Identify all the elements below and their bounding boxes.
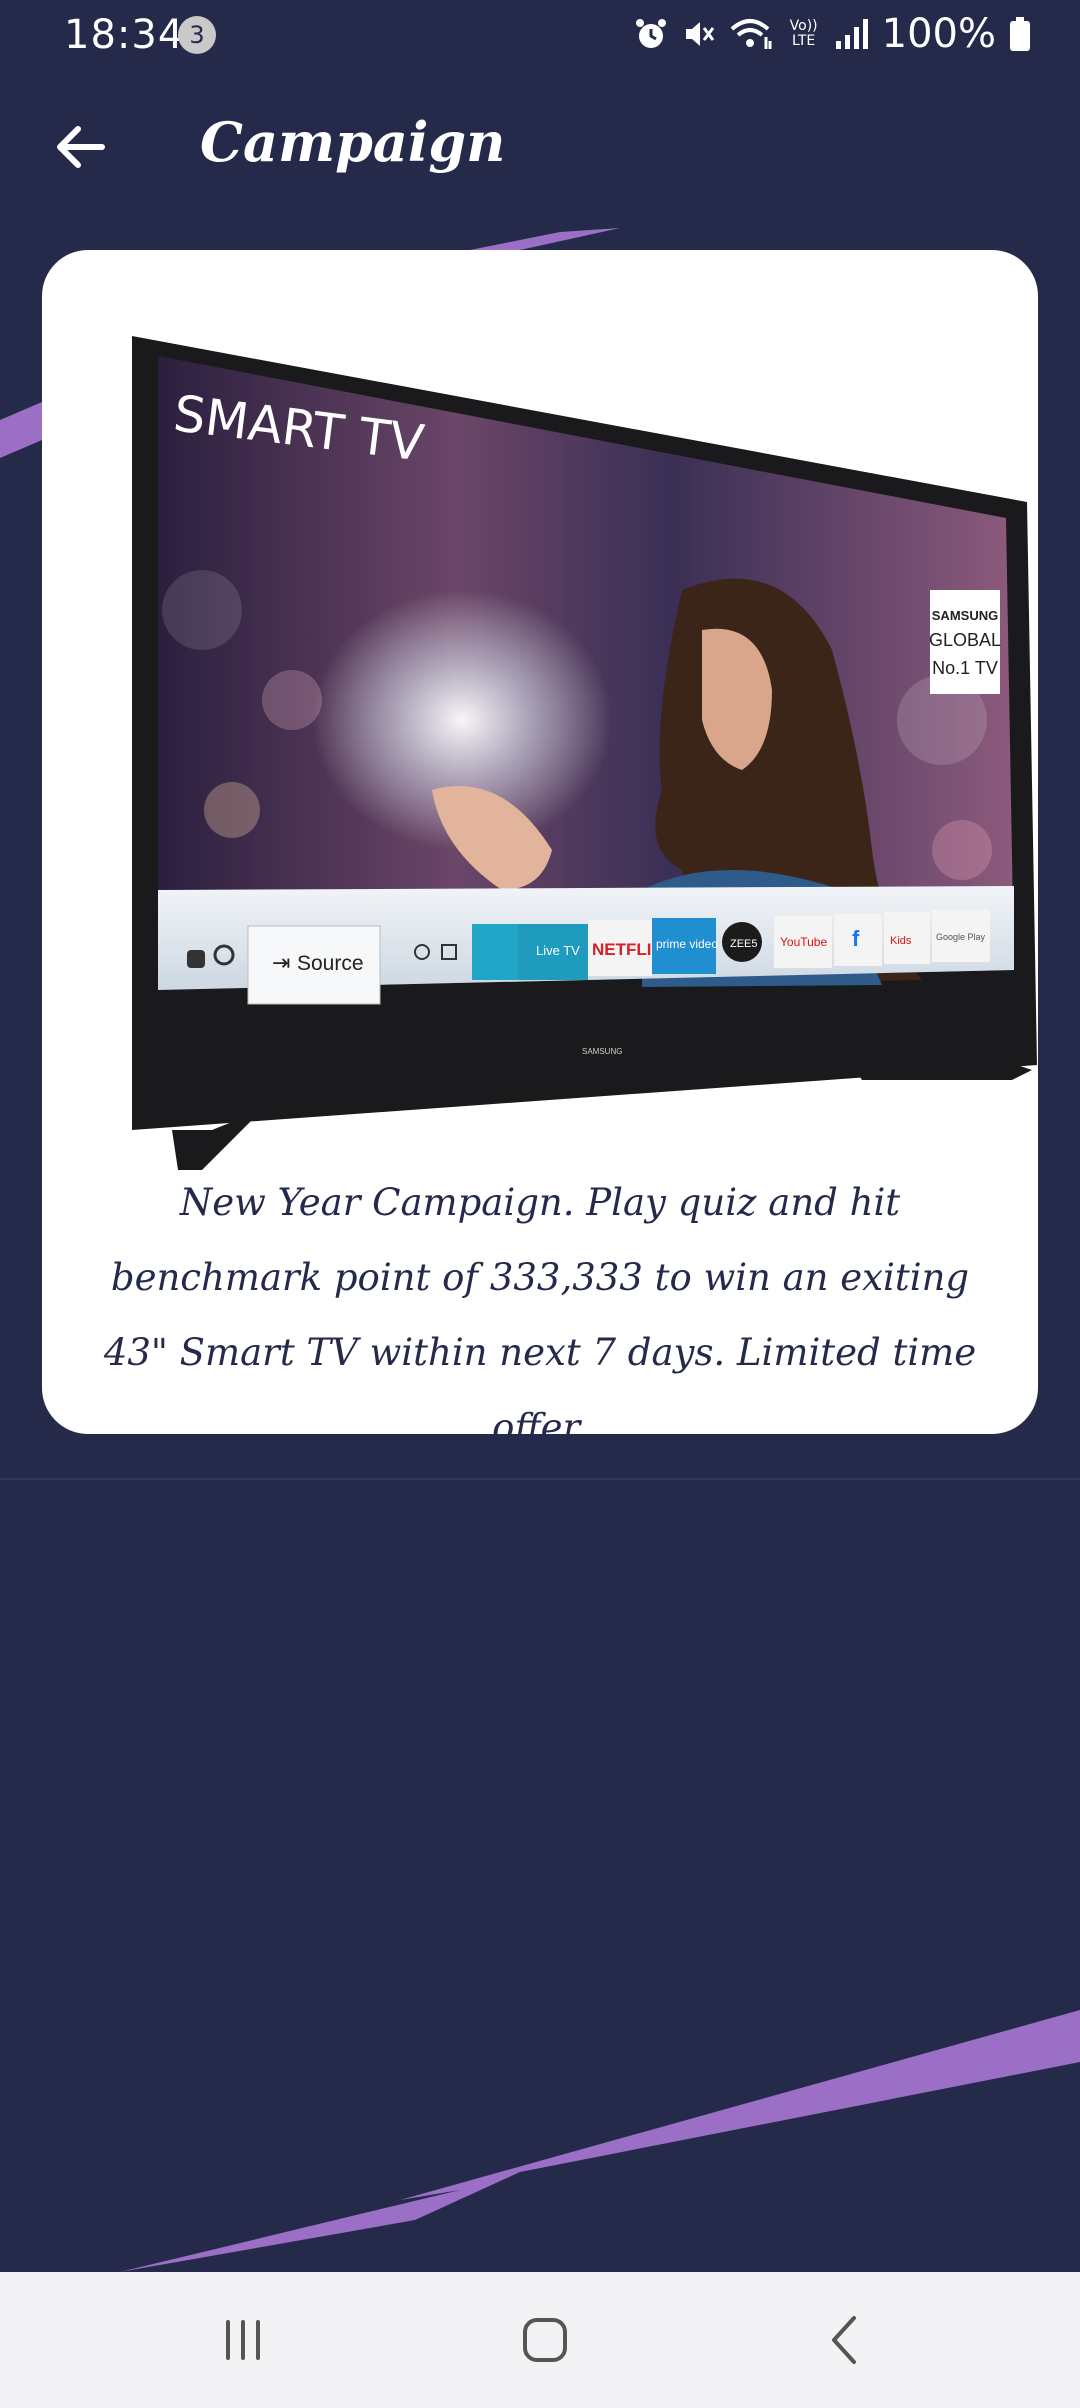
app-tile-prime: prime video	[656, 937, 718, 951]
notification-count-badge: 3	[178, 16, 216, 54]
app-tile-live-tv: Live TV	[536, 943, 580, 958]
recents-button[interactable]	[208, 2308, 278, 2372]
signal-icon	[834, 17, 868, 51]
campaign-description: New Year Campaign. Play quiz and hit ben…	[103, 1181, 977, 1434]
home-button[interactable]	[510, 2308, 580, 2372]
campaign-card[interactable]: SMART TV SAMSUNG GLOBAL No.1 TV ⇥ Source…	[42, 250, 1038, 1434]
app-tile-facebook: f	[852, 926, 860, 951]
back-icon	[832, 2316, 856, 2364]
badge-line-1: SAMSUNG	[932, 608, 998, 623]
app-tile-google-play: Google Play	[936, 932, 986, 942]
status-time: 18:34	[64, 12, 185, 58]
back-button[interactable]	[48, 115, 112, 179]
battery-level: 100%	[881, 11, 996, 57]
badge-line-3: No.1 TV	[932, 658, 998, 678]
system-back-button[interactable]	[810, 2308, 880, 2372]
status-icons: Vo)) LTE 100%	[634, 10, 1030, 58]
status-bar: 18:34 3 Vo)) LTE 100%	[0, 0, 1080, 70]
bell-icon	[187, 950, 205, 968]
volte-icon: Vo)) LTE	[789, 18, 818, 49]
tv-brand-label: SAMSUNG	[582, 1047, 622, 1056]
app-tile-kids: Kids	[890, 935, 912, 947]
wifi-icon	[730, 17, 774, 51]
app-tile-zee5: ZEE5	[730, 938, 758, 950]
page-title: Campaign	[200, 110, 506, 174]
recents-icon	[226, 2320, 260, 2360]
battery-icon	[1010, 17, 1030, 51]
badge-line-2: GLOBAL	[929, 630, 1001, 650]
arrow-left-icon	[57, 126, 105, 168]
alarm-icon	[634, 17, 668, 51]
source-label: Source	[297, 952, 364, 975]
app-tile-youtube: YouTube	[780, 935, 827, 949]
content-divider	[0, 1478, 1080, 1480]
home-icon	[523, 2318, 567, 2362]
system-nav-bar	[0, 2272, 1080, 2408]
svg-text:⇥: ⇥	[272, 950, 290, 975]
mute-icon	[682, 17, 716, 51]
app-bar: Campaign	[0, 70, 1080, 228]
